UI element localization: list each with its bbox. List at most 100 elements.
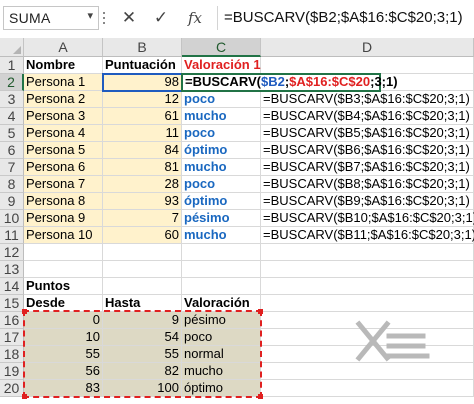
- row-header-8[interactable]: 8: [0, 176, 24, 193]
- person-formula[interactable]: =BUSCARV($B11;$A$16:$C$20;3;1): [261, 227, 474, 244]
- cell-d1[interactable]: [261, 57, 474, 74]
- person-rating[interactable]: mucho: [182, 227, 261, 244]
- person-name[interactable]: Persona 4: [24, 125, 103, 142]
- name-box[interactable]: SUMA ▾: [3, 6, 99, 30]
- row-header-13[interactable]: 13: [0, 261, 24, 278]
- person-name[interactable]: Persona 5: [24, 142, 103, 159]
- empty-cell[interactable]: [182, 278, 261, 295]
- person-score[interactable]: 11: [103, 125, 182, 142]
- person-name[interactable]: Persona 8: [24, 193, 103, 210]
- header-valoracion-1[interactable]: Valoración 1: [182, 57, 261, 74]
- empty-cell[interactable]: [24, 244, 103, 261]
- drag-handle-icon[interactable]: [103, 12, 106, 26]
- person-formula[interactable]: =BUSCARV($B6;$A$16:$C$20;3;1): [261, 142, 474, 159]
- formula-suffix: ;3;1): [370, 74, 398, 89]
- enter-icon[interactable]: ✓: [150, 6, 172, 30]
- person-score[interactable]: 93: [103, 193, 182, 210]
- person-formula[interactable]: =BUSCARV($B10;$A$16:$C$20;3;1): [261, 210, 474, 227]
- header-puntuacion[interactable]: Puntuación: [103, 57, 182, 74]
- select-all-corner[interactable]: [0, 38, 24, 57]
- person-name[interactable]: Persona 3: [24, 108, 103, 125]
- row-header-6[interactable]: 6: [0, 142, 24, 159]
- empty-cell[interactable]: [182, 244, 261, 261]
- person-score[interactable]: 12: [103, 91, 182, 108]
- row-header-4[interactable]: 4: [0, 108, 24, 125]
- x-logo-watermark-icon: [355, 320, 430, 362]
- formula-prefix: =BUSCARV(: [185, 74, 261, 89]
- empty-cell[interactable]: [103, 278, 182, 295]
- person-name[interactable]: Persona 10: [24, 227, 103, 244]
- reference-highlight-b2: [102, 73, 183, 92]
- person-score[interactable]: 84: [103, 142, 182, 159]
- column-header-a[interactable]: A: [24, 38, 103, 57]
- person-formula[interactable]: =BUSCARV($B7;$A$16:$C$20;3;1): [261, 159, 474, 176]
- person-score[interactable]: 60: [103, 227, 182, 244]
- column-header-c[interactable]: C: [182, 38, 261, 57]
- column-header-d[interactable]: D: [261, 38, 474, 57]
- reference-highlight-range: [22, 309, 263, 399]
- active-cell-c2[interactable]: =BUSCARV($B2;$A$16:$C$20;3;1): [181, 73, 398, 92]
- empty-cell[interactable]: [261, 261, 474, 278]
- column-header-b[interactable]: B: [103, 38, 182, 57]
- person-score[interactable]: 81: [103, 159, 182, 176]
- person-rating[interactable]: poco: [182, 91, 261, 108]
- formula-bar: SUMA ▾ ✕ ✓ fx =BUSCARV($B2;$A$16:$C$20;3…: [0, 0, 474, 39]
- name-box-value: SUMA: [9, 10, 51, 26]
- person-rating[interactable]: pésimo: [182, 210, 261, 227]
- row-header-15[interactable]: 15: [0, 295, 24, 312]
- person-name[interactable]: Persona 1: [24, 74, 103, 91]
- person-score[interactable]: 7: [103, 210, 182, 227]
- person-score[interactable]: 28: [103, 176, 182, 193]
- person-formula[interactable]: =BUSCARV($B8;$A$16:$C$20;3;1): [261, 176, 474, 193]
- row-header-11[interactable]: 11: [0, 227, 24, 244]
- person-name[interactable]: Persona 7: [24, 176, 103, 193]
- active-cell-formula: =BUSCARV($B2;$A$16:$C$20;3;1): [185, 74, 398, 89]
- empty-cell[interactable]: [261, 295, 474, 312]
- person-name[interactable]: Persona 2: [24, 91, 103, 108]
- person-formula[interactable]: =BUSCARV($B5;$A$16:$C$20;3;1): [261, 125, 474, 142]
- person-name[interactable]: Persona 9: [24, 210, 103, 227]
- person-rating[interactable]: mucho: [182, 108, 261, 125]
- person-rating[interactable]: óptimo: [182, 142, 261, 159]
- row-header-17[interactable]: 17: [0, 329, 24, 346]
- row-header-20[interactable]: 20: [0, 380, 24, 397]
- row-header-3[interactable]: 3: [0, 91, 24, 108]
- row-header-2[interactable]: 2: [0, 74, 24, 91]
- row-header-1[interactable]: 1: [0, 57, 24, 74]
- header-nombre[interactable]: Nombre: [24, 57, 103, 74]
- empty-cell[interactable]: [24, 261, 103, 278]
- empty-cell[interactable]: [261, 244, 474, 261]
- empty-cell[interactable]: [261, 278, 474, 295]
- person-formula[interactable]: =BUSCARV($B9;$A$16:$C$20;3;1): [261, 193, 474, 210]
- person-name[interactable]: Persona 6: [24, 159, 103, 176]
- row-header-16[interactable]: 16: [0, 312, 24, 329]
- insert-function-icon[interactable]: fx: [184, 6, 206, 30]
- person-formula[interactable]: =BUSCARV($B3;$A$16:$C$20;3;1): [261, 91, 474, 108]
- row-header-18[interactable]: 18: [0, 346, 24, 363]
- formula-ref-range: $A$16:$C$20: [289, 74, 371, 89]
- person-rating[interactable]: óptimo: [182, 193, 261, 210]
- empty-cell[interactable]: [103, 261, 182, 278]
- row-header-10[interactable]: 10: [0, 210, 24, 227]
- chevron-down-icon[interactable]: ▾: [87, 9, 93, 22]
- spreadsheet-grid: A B C D 1 2 3 4 5 6 7 8 9 10 11 12 13 14 15 16 17 18 19 20 …: [0, 38, 474, 404]
- row-header-5[interactable]: 5: [0, 125, 24, 142]
- person-score[interactable]: 61: [103, 108, 182, 125]
- puntos-title[interactable]: Puntos: [24, 278, 103, 295]
- empty-cell[interactable]: [103, 244, 182, 261]
- row-header-14[interactable]: 14: [0, 278, 24, 295]
- person-rating[interactable]: poco: [182, 125, 261, 142]
- empty-cell[interactable]: [261, 380, 474, 397]
- person-formula[interactable]: =BUSCARV($B4;$A$16:$C$20;3;1): [261, 108, 474, 125]
- cancel-icon[interactable]: ✕: [118, 6, 140, 30]
- formula-input[interactable]: =BUSCARV($B2;$A$16:$C$20;3;1): [217, 6, 472, 30]
- row-header-12[interactable]: 12: [0, 244, 24, 261]
- formula-ref-b2: $B2: [260, 74, 285, 89]
- row-header-19[interactable]: 19: [0, 363, 24, 380]
- row-header-9[interactable]: 9: [0, 193, 24, 210]
- person-rating[interactable]: mucho: [182, 159, 261, 176]
- row-header-7[interactable]: 7: [0, 159, 24, 176]
- person-rating[interactable]: poco: [182, 176, 261, 193]
- formula-text: =BUSCARV($B2;$A$16:$C$20;3;1): [224, 9, 463, 26]
- empty-cell[interactable]: [182, 261, 261, 278]
